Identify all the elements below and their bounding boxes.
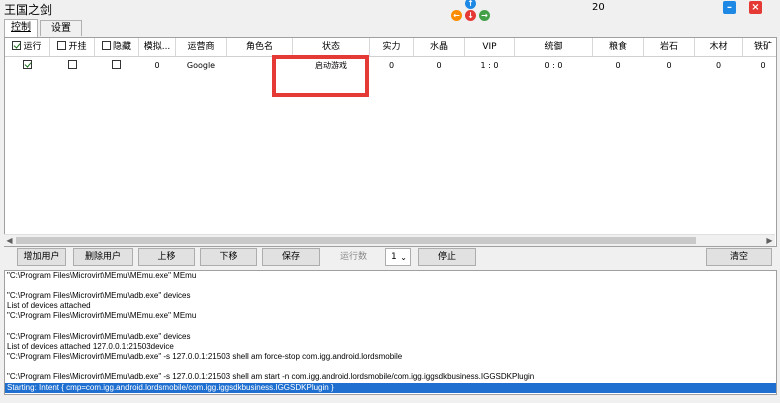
scroll-thumb[interactable] xyxy=(16,237,696,244)
save-button[interactable]: 保存 xyxy=(262,248,320,266)
log-line: "C:\Program Files\Microvirt\MEmu\MEmu.ex… xyxy=(7,311,197,320)
move-up-button[interactable]: 上移 xyxy=(138,248,195,266)
col-hide[interactable]: 隐藏 xyxy=(95,38,139,56)
col-iron[interactable]: 铁矿 xyxy=(743,38,776,56)
nav-arrows: ↑ ← ↓ → xyxy=(447,0,495,24)
log-line: List of devices attached xyxy=(7,301,91,310)
vip-cell: 1 : 0 xyxy=(480,61,499,70)
toolbar: 增加用户 删除用户 上移 下移 保存 运行数 1 ⌄ 停止 清空 xyxy=(0,248,780,268)
log-line: List of devices attached 127.0.0.1:21503… xyxy=(7,342,174,351)
command-cell: 0 : 0 xyxy=(544,61,563,70)
table-row[interactable]: 0 Google 启动游戏 0 0 1 : 0 0 : 0 0 0 0 0 xyxy=(5,57,776,74)
stone-cell: 0 xyxy=(666,61,672,70)
col-vip[interactable]: VIP xyxy=(465,38,515,56)
cheat-checkbox[interactable] xyxy=(67,60,77,69)
col-stone[interactable]: 岩石 xyxy=(644,38,695,56)
run-count-label: 运行数 xyxy=(340,252,368,262)
status-cell: 启动游戏 xyxy=(315,61,347,70)
arrow-down-icon[interactable]: ↓ xyxy=(465,10,476,21)
log-output[interactable]: "C:\Program Files\Microvirt\MEmu\MEmu.ex… xyxy=(4,270,777,395)
food-cell: 0 xyxy=(615,61,621,70)
col-run[interactable]: 运行 xyxy=(5,38,50,56)
col-command[interactable]: 统御 xyxy=(515,38,593,56)
grid-header: 运行 开挂 隐藏 模拟... 运营商 角色名 状态 实力 水晶 VIP 统御 粮… xyxy=(5,38,776,57)
app-title: 王国之剑 xyxy=(4,3,53,17)
close-button[interactable]: × xyxy=(749,1,762,14)
run-checkbox[interactable] xyxy=(22,60,32,69)
col-role-name[interactable]: 角色名 xyxy=(227,38,293,56)
log-line: "C:\Program Files\Microvirt\MEmu\adb.exe… xyxy=(7,372,535,381)
col-emulator[interactable]: 模拟... xyxy=(139,38,176,56)
col-wood[interactable]: 木材 xyxy=(695,38,743,56)
run-all-checkbox[interactable] xyxy=(12,41,22,50)
delete-user-button[interactable]: 删除用户 xyxy=(73,248,133,266)
log-line: "C:\Program Files\Microvirt\MEmu\adb.exe… xyxy=(7,332,191,341)
log-line: "C:\Program Files\Microvirt\MEmu\adb.exe… xyxy=(7,352,403,361)
col-status[interactable]: 状态 xyxy=(293,38,370,56)
scroll-left-icon[interactable]: ◀ xyxy=(4,235,15,246)
col-food[interactable]: 粮食 xyxy=(593,38,644,56)
run-checkbox-cell[interactable] xyxy=(5,57,49,74)
col-operator[interactable]: 运营商 xyxy=(176,38,227,56)
hide-all-checkbox[interactable] xyxy=(101,41,111,50)
hide-checkbox-cell[interactable] xyxy=(95,57,138,74)
horizontal-scrollbar[interactable]: ◀ ▶ xyxy=(4,234,775,246)
arrow-right-icon[interactable]: → xyxy=(479,10,490,21)
hide-checkbox[interactable] xyxy=(112,60,121,69)
cheat-checkbox-cell[interactable] xyxy=(50,57,94,74)
tab-settings[interactable]: 设置 xyxy=(40,20,82,36)
power-cell: 0 xyxy=(388,61,395,70)
col-crystal[interactable]: 水晶 xyxy=(414,38,465,56)
arrow-left-icon[interactable]: ← xyxy=(451,10,462,21)
arrow-up-icon[interactable]: ↑ xyxy=(465,0,476,9)
log-line-selected: Starting: Intent { cmp=com.igg.android.l… xyxy=(5,383,776,393)
account-grid: 运行 开挂 隐藏 模拟... 运营商 角色名 状态 实力 水晶 VIP 统御 粮… xyxy=(4,37,777,247)
operator-cell: Google xyxy=(186,61,216,70)
run-count-select[interactable]: 1 ⌄ xyxy=(385,248,411,266)
add-user-button[interactable]: 增加用户 xyxy=(17,248,66,266)
role-name-cell xyxy=(227,57,292,74)
wood-cell: 0 xyxy=(715,61,722,70)
minimize-button[interactable]: – xyxy=(723,1,736,14)
stop-button[interactable]: 停止 xyxy=(418,248,476,266)
counter-value: 20 xyxy=(592,2,605,13)
log-line: "C:\Program Files\Microvirt\MEmu\MEmu.ex… xyxy=(7,271,197,280)
col-power[interactable]: 实力 xyxy=(370,38,414,56)
move-down-button[interactable]: 下移 xyxy=(200,248,257,266)
scroll-right-icon[interactable]: ▶ xyxy=(764,235,775,246)
log-line: "C:\Program Files\Microvirt\MEmu\adb.exe… xyxy=(7,291,191,300)
tab-control[interactable]: 控制 xyxy=(4,19,38,37)
cheat-all-checkbox[interactable] xyxy=(57,41,67,50)
chevron-down-icon: ⌄ xyxy=(400,253,407,262)
crystal-cell: 0 xyxy=(436,61,442,70)
col-cheat[interactable]: 开挂 xyxy=(50,38,95,56)
iron-cell: 0 xyxy=(760,61,766,70)
title-bar: 王国之剑 ↑ ← ↓ → 20 – × xyxy=(0,0,780,21)
emulator-cell: 0 xyxy=(154,61,160,70)
clear-button[interactable]: 清空 xyxy=(706,248,772,266)
